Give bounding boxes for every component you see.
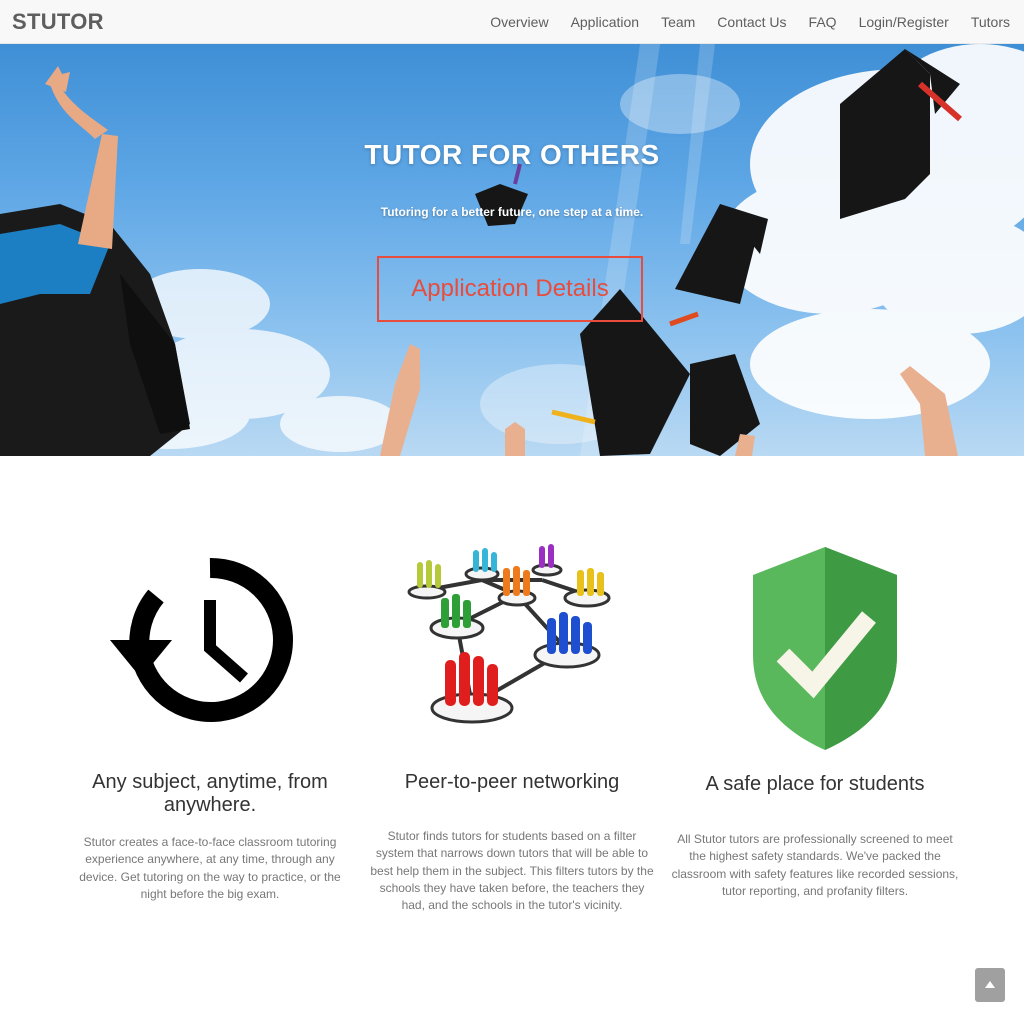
nav-item-application[interactable]: Application [560,0,651,44]
hero-background-image [0,44,1024,456]
nav-item-team[interactable]: Team [650,0,706,44]
nav-item-tutors[interactable]: Tutors [960,0,1024,44]
feature-description: Stutor finds tutors for students based o… [370,829,654,913]
chevron-up-icon [985,981,995,988]
shield-check-icon [753,547,897,750]
nav-item-overview[interactable]: Overview [479,0,559,44]
nav-item-contact-us[interactable]: Contact Us [706,0,797,44]
navbar: STUTOR Overview Application Team Contact… [0,0,1024,44]
brand-logo[interactable]: STUTOR [12,9,104,35]
feature-heading: Peer-to-peer networking [404,771,620,793]
nav-item-login-register[interactable]: Login/Register [848,0,960,44]
feature-description: Stutor creates a face-to-face classroom … [79,835,341,901]
feature-heading: A safe place for students [705,773,925,795]
back-to-top-button[interactable] [975,968,1005,1002]
hero-title: TUTOR FOR OTHERS [364,139,660,170]
peer-network-icon [407,544,611,724]
hero-banner: TUTOR FOR OTHERS Tutoring for a better f… [0,44,1024,456]
history-clock-icon [110,557,293,722]
feature-heading: Any subject, anytime, from anywhere. [92,771,328,816]
feature-description: All Stutor tutors are professionally scr… [671,832,959,898]
hero-subtitle: Tutoring for a better future, one step a… [380,205,644,219]
nav-menu: Overview Application Team Contact Us FAQ… [479,0,1024,44]
application-details-button[interactable]: Application Details [377,256,643,322]
nav-item-faq[interactable]: FAQ [798,0,848,44]
